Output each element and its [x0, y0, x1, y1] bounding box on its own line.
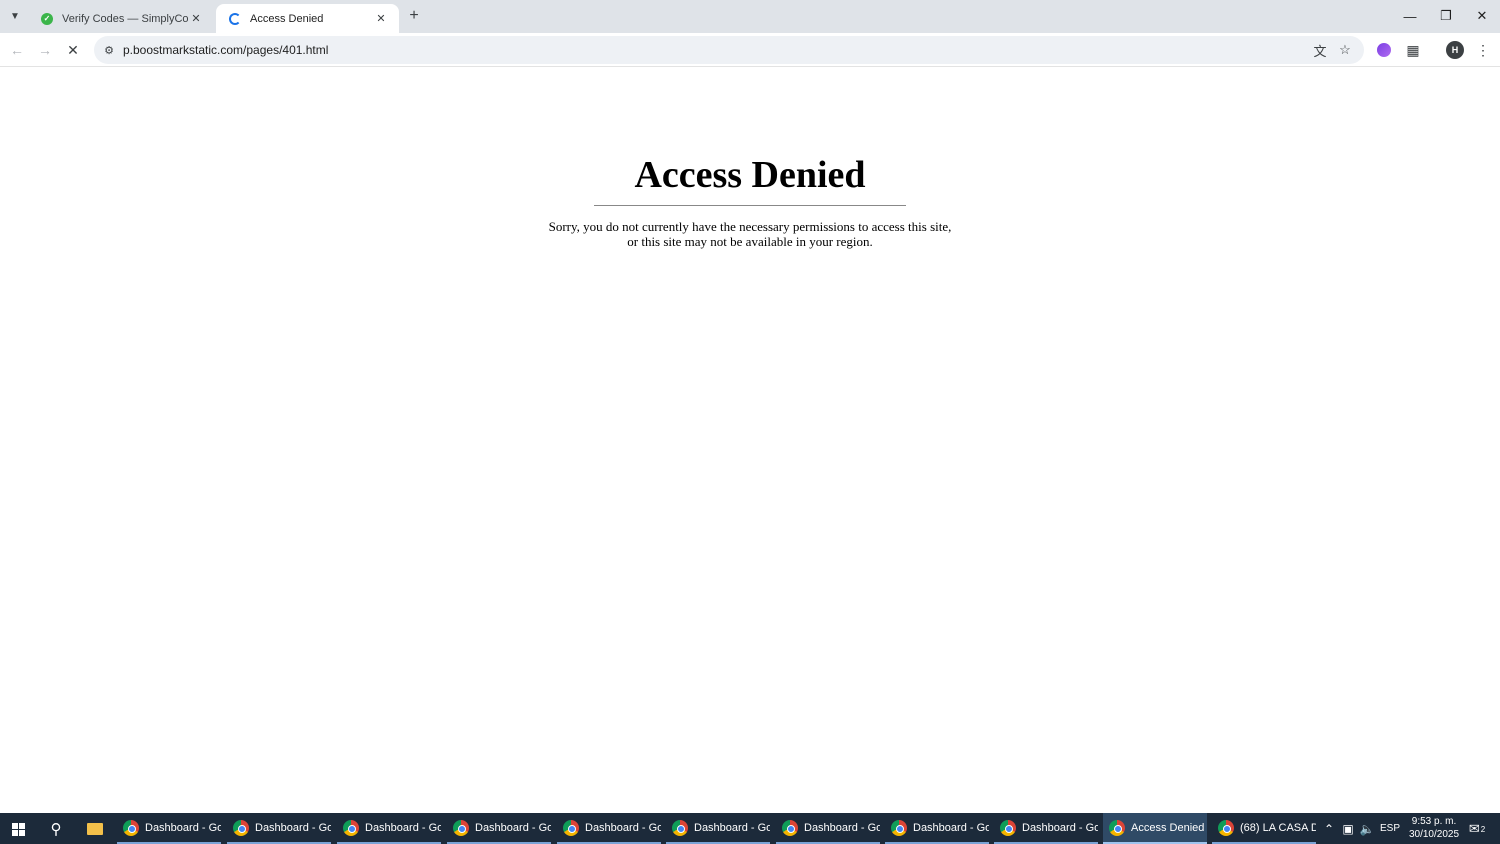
minimize-button[interactable]: — — [1392, 0, 1428, 32]
browser-toolbar: ← → ✕ ⚙ p.boostmarkstatic.com/pages/401.… — [0, 33, 1500, 67]
chrome-icon — [343, 819, 359, 836]
screen: ▼ ✓ Verify Codes — SimplyCodes ✕ Access … — [0, 0, 1500, 844]
taskbar-item[interactable]: Dashboard - Go... — [337, 813, 441, 844]
error-message: Sorry, you do not currently have the nec… — [0, 219, 1500, 249]
browser-menu-button[interactable]: ⋮ — [1471, 38, 1495, 62]
restore-button[interactable]: ❐ — [1428, 0, 1464, 32]
loading-spinner-icon — [228, 12, 242, 26]
url-text[interactable]: p.boostmarkstatic.com/pages/401.html — [123, 43, 328, 57]
chrome-icon — [1000, 819, 1016, 836]
plus-icon: + — [409, 7, 419, 24]
error-message-line: Sorry, you do not currently have the nec… — [548, 219, 952, 234]
chrome-icon — [563, 819, 579, 836]
start-button[interactable] — [6, 818, 30, 840]
page-content: Access Denied Sorry, you do not currentl… — [0, 68, 1500, 813]
close-icon: ✕ — [376, 13, 386, 25]
search-button[interactable]: ⚲ — [44, 817, 68, 841]
tab-strip: ▼ ✓ Verify Codes — SimplyCodes ✕ Access … — [0, 0, 1500, 33]
address-bar[interactable]: ⚙ p.boostmarkstatic.com/pages/401.html 文… — [94, 36, 1364, 64]
speaker-icon: 🔈 — [1359, 821, 1375, 836]
clock-date: 30/10/2025 — [1408, 829, 1460, 840]
close-window-button[interactable]: ✕ — [1464, 0, 1500, 32]
taskbar-item[interactable]: Dashboard - Go... — [885, 813, 989, 844]
chrome-icon — [891, 819, 907, 836]
network-icon: ▣ — [1342, 821, 1354, 836]
chrome-icon — [233, 819, 249, 836]
file-explorer-button[interactable] — [83, 817, 107, 841]
close-icon: ✕ — [67, 41, 79, 58]
tab-access-denied[interactable]: Access Denied ✕ — [216, 4, 399, 33]
simplycodes-icon: ✓ — [40, 12, 54, 26]
chrome-icon — [782, 819, 798, 836]
taskbar-item[interactable]: Dashboard - Go... — [117, 813, 221, 844]
chevron-up-icon: ⌃ — [1323, 821, 1335, 836]
chrome-icon — [453, 819, 469, 836]
taskbar-item[interactable]: Dashboard - Go... — [447, 813, 551, 844]
tab-title: Access Denied — [250, 12, 324, 25]
more-vertical-icon: ⋮ — [1476, 41, 1490, 58]
taskbar-item-active[interactable]: Access Denied -... — [1103, 813, 1207, 844]
extensions-menu-button[interactable]: ▦ — [1401, 38, 1425, 62]
stop-loading-button[interactable]: ✕ — [61, 38, 85, 62]
notification-count: 2 — [1480, 824, 1486, 834]
notification-icon: ✉ — [1468, 821, 1480, 836]
taskbar-item[interactable]: Dashboard - Go... — [776, 813, 880, 844]
arrow-left-icon: ← — [10, 42, 24, 58]
clock-time: 9:53 p. m. — [1411, 816, 1457, 827]
taskbar-item[interactable]: Dashboard - Go... — [666, 813, 770, 844]
chrome-icon — [1109, 819, 1125, 836]
taskbar-item[interactable]: (68) LA CASA D... — [1212, 813, 1316, 844]
page-title: Access Denied — [634, 154, 866, 196]
taskbar-item[interactable]: Dashboard - Go... — [227, 813, 331, 844]
back-button[interactable]: ← — [5, 38, 29, 62]
tab-title: Verify Codes — SimplyCodes — [62, 12, 188, 25]
close-icon: ✕ — [1476, 8, 1488, 23]
chrome-icon — [1218, 819, 1234, 836]
show-hidden-icons-button[interactable]: ⌃ — [1320, 813, 1338, 844]
profile-avatar[interactable]: H — [1446, 41, 1464, 59]
extension-button[interactable] — [1372, 38, 1396, 62]
extension-purple-icon — [1377, 43, 1391, 57]
minimize-icon: — — [1403, 8, 1417, 24]
chrome-icon — [672, 819, 688, 836]
language-indicator[interactable]: ESP — [1378, 813, 1402, 844]
restore-icon: ❐ — [1440, 8, 1452, 23]
folder-icon — [87, 823, 103, 835]
puzzle-icon: ▦ — [1406, 41, 1420, 58]
system-clock[interactable]: 9:53 p. m. 30/10/2025 — [1402, 815, 1466, 841]
taskbar-item[interactable]: Dashboard - Go... — [994, 813, 1098, 844]
windows-taskbar: ⚲ Dashboard - Go... Dashboard - Go... Da… — [0, 813, 1500, 844]
forward-button[interactable]: → — [33, 38, 57, 62]
divider — [594, 205, 906, 206]
chrome-icon — [123, 819, 139, 836]
windows-logo-icon — [11, 822, 25, 836]
tab-simplycodes[interactable]: ✓ Verify Codes — SimplyCodes ✕ — [28, 4, 214, 33]
translate-icon[interactable]: 文 — [1311, 41, 1329, 59]
close-icon: ✕ — [191, 13, 201, 25]
new-tab-button[interactable]: + — [404, 6, 424, 26]
tab-search-button[interactable]: ▼ — [4, 5, 26, 27]
bookmark-star-icon[interactable]: ☆ — [1336, 41, 1354, 59]
network-button[interactable]: ▣ — [1339, 813, 1357, 844]
chevron-down-icon: ▼ — [10, 10, 20, 22]
notifications-button[interactable]: ✉ 2 — [1466, 819, 1488, 839]
close-tab-button[interactable]: ✕ — [188, 11, 204, 27]
arrow-right-icon: → — [38, 42, 52, 58]
site-settings-icon[interactable]: ⚙ — [100, 41, 118, 59]
close-tab-button[interactable]: ✕ — [373, 11, 389, 27]
search-icon: ⚲ — [50, 821, 62, 838]
volume-button[interactable]: 🔈 — [1358, 813, 1376, 844]
taskbar-item[interactable]: Dashboard - Go... — [557, 813, 661, 844]
error-message-line: or this site may not be available in you… — [627, 234, 873, 249]
